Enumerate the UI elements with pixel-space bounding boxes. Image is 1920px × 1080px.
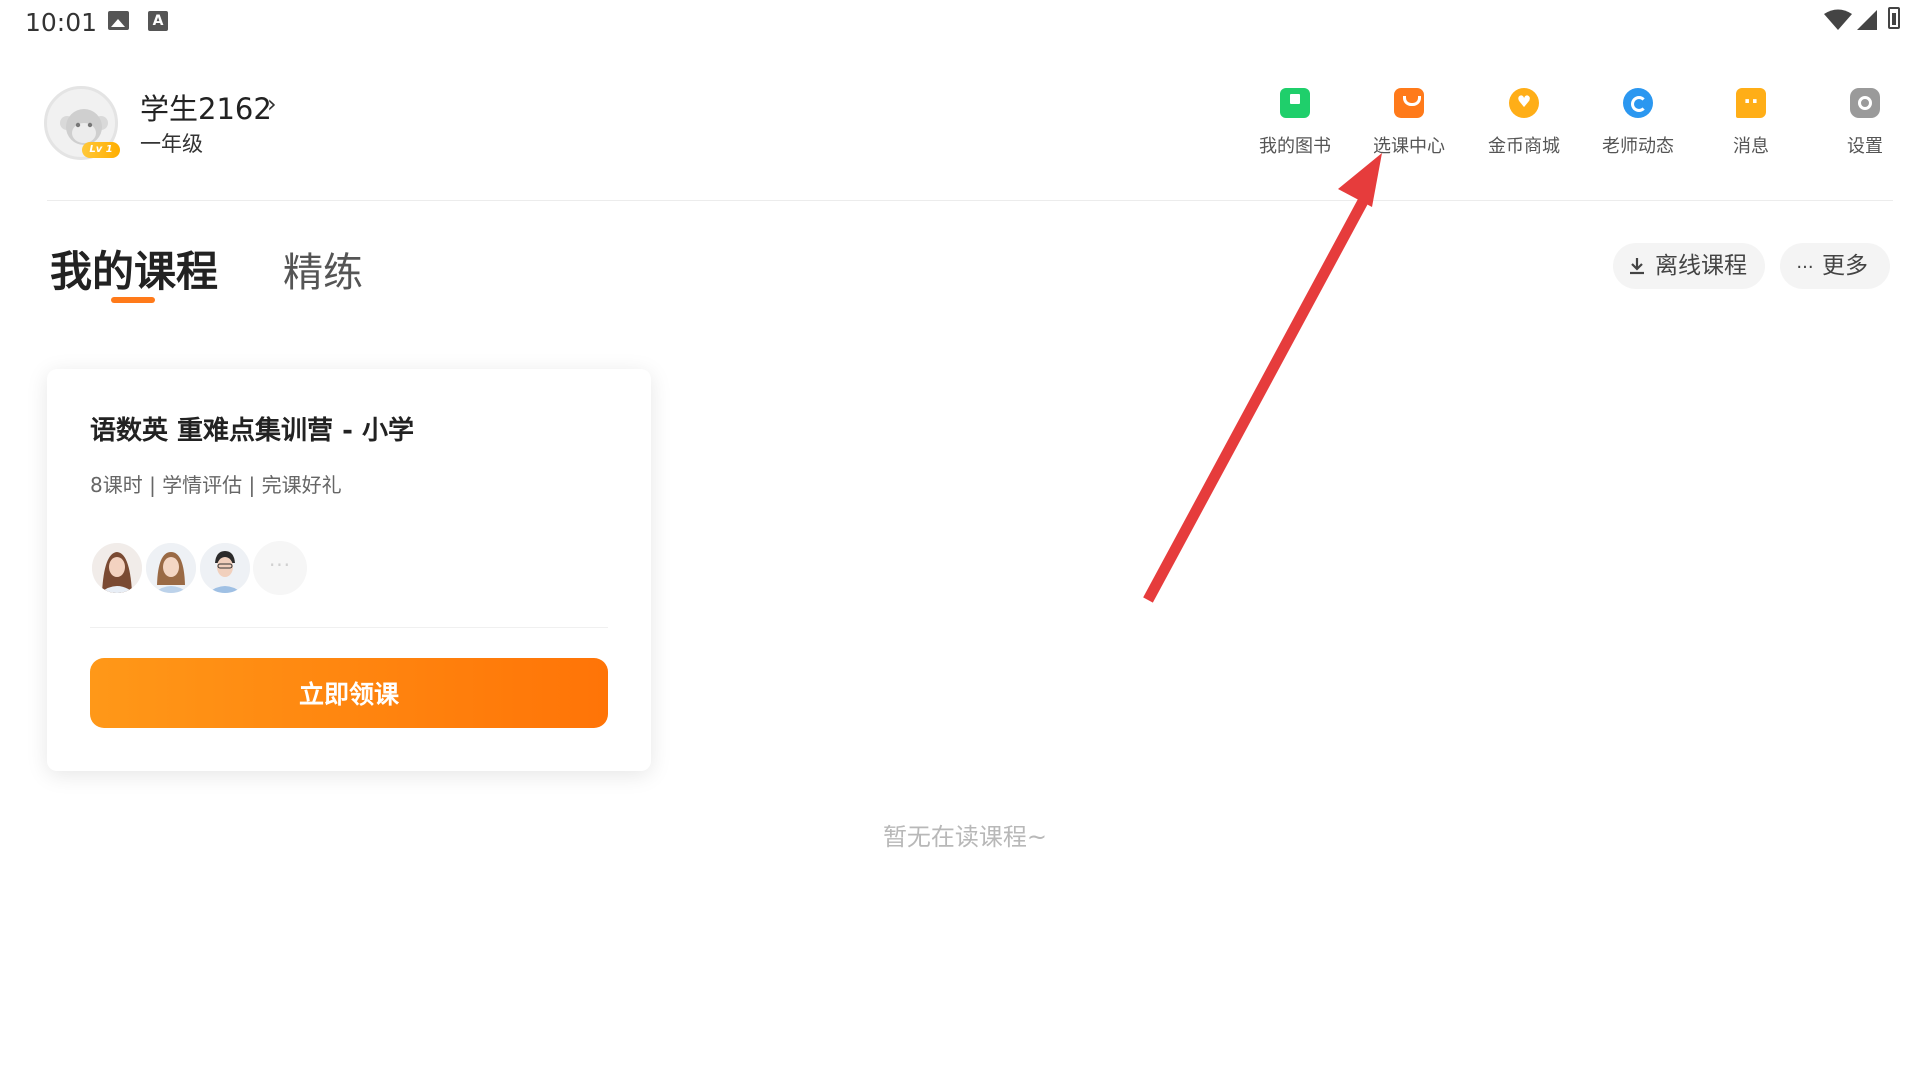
annotation-arrow-icon bbox=[1143, 153, 1382, 603]
app-screen: 10:01 A Lv 1 学生2162 › 一年级 我的图书 选课中心 ♥ 金币… bbox=[0, 0, 1920, 1080]
